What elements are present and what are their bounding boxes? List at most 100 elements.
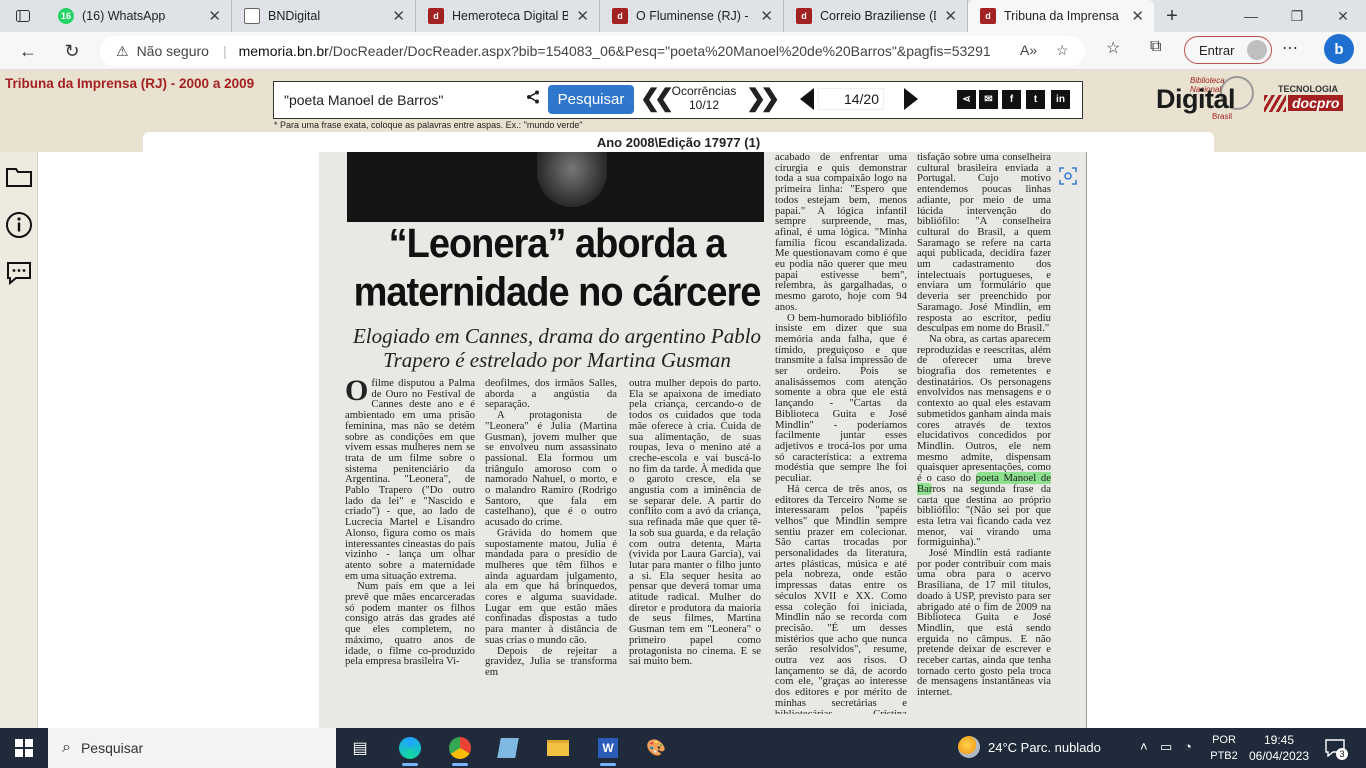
input-language[interactable]: POR PTB2 — [1207, 732, 1241, 764]
facebook-icon[interactable]: f — [1002, 90, 1021, 109]
chrome-icon[interactable] — [440, 734, 480, 766]
search-hint: * Para uma frase exata, coloque as palav… — [274, 120, 583, 130]
tab-hemeroteca[interactable]: d Hemeroteca Digital Br ✕ — [416, 0, 600, 32]
wifi-icon[interactable]: ◔ — [1184, 739, 1192, 754]
search-button[interactable]: Pesquisar — [548, 85, 634, 114]
browser-toolbar: ← ↻ ⚠ Não seguro | memoria.bn.br/DocRead… — [0, 32, 1366, 70]
occurrences: Ocorrências 10/12 — [671, 84, 737, 112]
security-status: Não seguro — [136, 43, 209, 59]
notifications-icon[interactable]: 3 — [1322, 736, 1348, 760]
avatar — [1247, 40, 1267, 60]
minimize-icon[interactable]: — — [1228, 0, 1274, 32]
article-column-1: Ofilme disputou a Palma de Ouro no Festi… — [345, 378, 475, 668]
twitter-icon[interactable]: t — [1026, 90, 1045, 109]
whatsapp-icon: 16 — [58, 8, 74, 24]
partly-cloudy-icon — [958, 736, 980, 758]
search-icon: ⌕ — [62, 739, 71, 756]
bndigital-logo[interactable]: Biblioteca Nacional Digital Brasil — [1156, 74, 1254, 124]
share-icon[interactable]: ⋖ — [957, 90, 976, 109]
close-tab-icon[interactable]: ✕ — [208, 7, 221, 25]
tab-title: Hemeroteca Digital Br — [452, 9, 569, 23]
address-bar[interactable]: ⚠ Não seguro | memoria.bn.br/DocReader/D… — [100, 36, 1085, 66]
docpro-icon: d — [980, 8, 996, 24]
previous-page-icon[interactable] — [800, 88, 814, 110]
tab-tribuna-da-imprensa[interactable]: d Tribuna da Imprensa ( ✕ — [968, 0, 1154, 32]
close-tab-icon[interactable]: ✕ — [1131, 7, 1144, 25]
article-column-3: outra mulher depois do parto. Ela se apa… — [629, 378, 761, 668]
article-headline: “Leonera” aborda a maternidade no cárcer… — [353, 221, 762, 316]
tab-bndigital[interactable]: BNDigital ✕ — [232, 0, 416, 32]
share-icon[interactable] — [526, 90, 540, 108]
tab-actions-icon[interactable] — [0, 0, 46, 32]
favorites-icon[interactable]: ☆ — [1106, 38, 1120, 58]
collections-icon[interactable]: ⧉ — [1150, 38, 1161, 56]
docpro-logo[interactable]: TECNOLOGIA docpro — [1264, 84, 1364, 120]
windows-start-icon[interactable] — [0, 728, 48, 768]
document-viewer[interactable]: “Leonera” aborda a maternidade no cárcer… — [38, 152, 1366, 728]
word-icon[interactable]: W — [588, 734, 628, 766]
article-column-4: acabado de enfrentar uma cirurgia e quis… — [775, 152, 907, 714]
edition-title: Ano 2008\Edição 17977 (1) — [143, 132, 1214, 152]
page-icon — [244, 8, 260, 24]
network-icon[interactable]: ▭ — [1160, 739, 1172, 755]
site-page: Tribuna da Imprensa (RJ) - 2000 a 2009 "… — [0, 70, 1366, 728]
paint-icon[interactable]: 🎨 — [636, 734, 676, 762]
restore-icon[interactable]: ❐ — [1274, 0, 1320, 32]
tab-title: O Fluminense (RJ) - 20 — [636, 9, 752, 23]
close-tab-icon[interactable]: ✕ — [392, 7, 405, 25]
tab-correio-braziliense[interactable]: d Correio Braziliense (DF ✕ — [784, 0, 968, 32]
close-tab-icon[interactable]: ✕ — [576, 7, 589, 25]
windows-taskbar: ⌕ Pesquisar ▤ W 🎨 24°C Parc. nublado ˄ ▭… — [0, 728, 1366, 768]
close-tab-icon[interactable]: ✕ — [760, 7, 773, 25]
task-view-icon[interactable]: ▤ — [340, 734, 380, 762]
email-icon[interactable]: ✉ — [979, 90, 998, 109]
more-options-icon[interactable]: ⋯ — [1282, 38, 1298, 58]
info-icon[interactable] — [4, 210, 34, 240]
tab-whatsapp[interactable]: 16 (16) WhatsApp ✕ — [46, 0, 232, 32]
visual-search-icon[interactable] — [1056, 164, 1080, 188]
file-explorer-icon[interactable] — [538, 734, 578, 762]
bing-icon[interactable]: b — [1324, 34, 1354, 64]
show-hidden-icons-icon[interactable]: ˄ — [1140, 739, 1148, 754]
article-subhead: Elogiado em Cannes, drama do argentino P… — [352, 324, 762, 372]
tab-title: Tribuna da Imprensa ( — [1004, 9, 1124, 23]
close-tab-icon[interactable]: ✕ — [944, 7, 957, 25]
taskbar-search[interactable]: ⌕ Pesquisar — [48, 728, 336, 768]
docpro-icon: d — [796, 8, 812, 24]
folder-icon[interactable] — [4, 162, 34, 192]
clock[interactable]: 19:45 06/04/2023 — [1249, 732, 1309, 764]
warning-icon: ⚠ — [116, 42, 129, 59]
search-input[interactable]: "poeta Manoel de Barros" — [284, 92, 443, 108]
read-aloud-icon[interactable]: A» — [1020, 42, 1037, 58]
article-column-5: tisfação sobre uma conselheira cultural … — [917, 152, 1051, 699]
weather-widget[interactable]: 24°C Parc. nublado — [958, 736, 1101, 758]
back-icon[interactable]: ← — [8, 34, 48, 68]
docpro-icon: d — [612, 8, 628, 24]
docpro-icon: d — [428, 8, 444, 24]
search-toolbar: "poeta Manoel de Barros" Pesquisar ❮❮ Oc… — [273, 81, 1083, 119]
sign-in-button[interactable]: Entrar — [1184, 36, 1272, 64]
refresh-icon[interactable]: ↻ — [52, 34, 92, 68]
notes-icon[interactable] — [488, 734, 528, 762]
previous-occurrence-icon[interactable]: ❮❮ — [640, 84, 674, 113]
browser-tab-bar: 16 (16) WhatsApp ✕ BNDigital ✕ d Hemerot… — [0, 0, 1366, 32]
edge-icon[interactable] — [390, 734, 430, 766]
collection-title: Tribuna da Imprensa (RJ) - 2000 a 2009 — [5, 76, 255, 91]
add-favorite-icon[interactable]: ☆ — [1056, 42, 1069, 59]
tab-title: (16) WhatsApp — [82, 9, 166, 23]
tab-title: BNDigital — [268, 9, 321, 23]
close-window-icon[interactable]: ✕ — [1320, 0, 1366, 32]
page-number-field[interactable]: 14/20 — [818, 88, 884, 110]
new-tab-button[interactable]: + — [1154, 0, 1190, 32]
article-photo — [347, 152, 764, 222]
linkedin-icon[interactable]: in — [1051, 90, 1070, 109]
article-column-2: deofilmes, dos irmãos Salles, aborda a a… — [485, 378, 617, 678]
next-page-icon[interactable] — [904, 88, 918, 110]
url-text: memoria.bn.br/DocReader/DocReader.aspx?b… — [238, 43, 991, 59]
tab-o-fluminense[interactable]: d O Fluminense (RJ) - 20 ✕ — [600, 0, 784, 32]
next-occurrence-icon[interactable]: ❯❯ — [746, 84, 780, 113]
side-toolbar — [0, 152, 38, 728]
newspaper-page: “Leonera” aborda a maternidade no cárcer… — [319, 152, 1087, 728]
comments-icon[interactable] — [4, 258, 34, 288]
tab-title: Correio Braziliense (DF — [820, 9, 936, 23]
